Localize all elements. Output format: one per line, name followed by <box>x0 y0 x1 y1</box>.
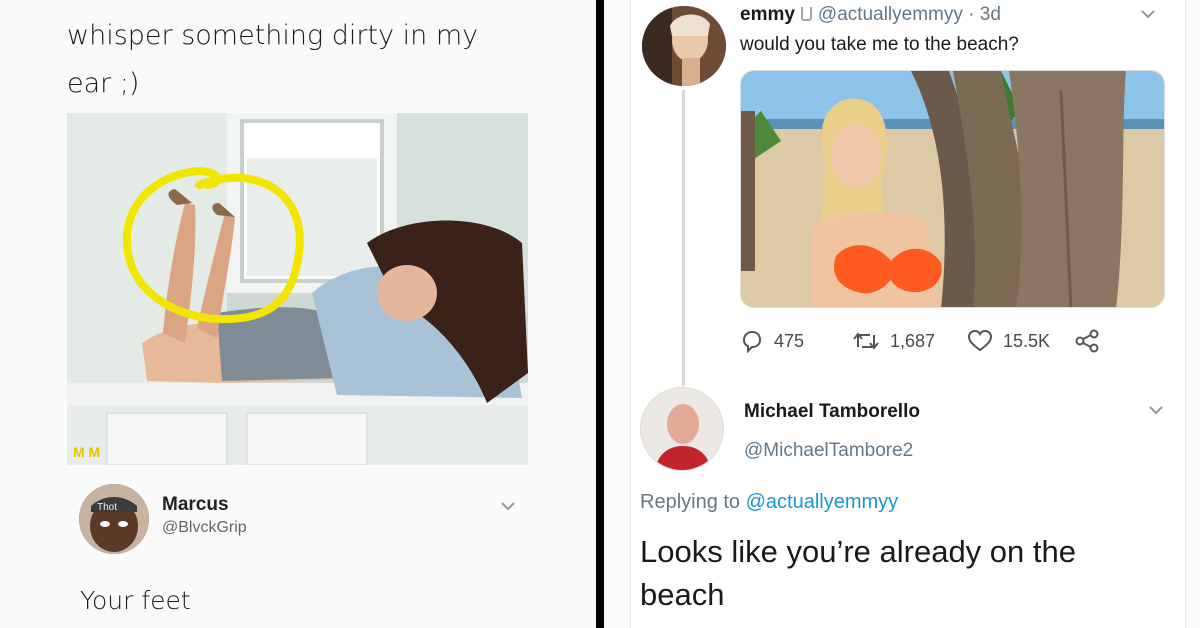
avatar[interactable] <box>640 387 724 471</box>
replying-prefix: Replying to <box>640 491 746 513</box>
like-action[interactable]: 15.5K <box>967 327 1050 355</box>
chevron-down-icon[interactable] <box>1148 404 1164 416</box>
cup-icon <box>800 7 812 21</box>
svg-text:M M: M M <box>73 444 100 460</box>
author-handle[interactable]: @MichaelTambore2 <box>744 440 913 462</box>
reply-action[interactable]: 475 <box>740 327 804 355</box>
mention-link[interactable]: @actuallyemmyy <box>746 491 899 513</box>
chevron-down-icon[interactable] <box>500 500 516 512</box>
author-handle[interactable]: @actuallyemmyy <box>818 4 963 25</box>
svg-text:Thot: Thot <box>97 502 117 513</box>
like-count: 15.5K <box>1003 330 1051 351</box>
share-action[interactable] <box>1074 327 1110 355</box>
tweet-header: emmy @actuallyemmyy · 3d <box>740 4 1001 26</box>
share-icon[interactable] <box>1074 329 1100 353</box>
tweet-actions: 475 1,687 15.5K <box>740 327 1160 355</box>
retweet-icon[interactable] <box>852 329 880 353</box>
chevron-down-icon[interactable] <box>1140 8 1156 20</box>
reply-text: Your feet <box>80 586 191 615</box>
tweet-photo[interactable] <box>740 70 1165 308</box>
retweet-action[interactable]: 1,687 <box>852 327 935 355</box>
comment-icon[interactable] <box>740 329 764 353</box>
tweet-time[interactable]: · 3d <box>968 4 1001 25</box>
divider <box>596 0 604 628</box>
left-post-panel: whisper something dirty in my ear ;) M M <box>0 0 596 628</box>
reply-text: Looks like you’re already on the beach <box>640 534 1076 612</box>
reply-count: 475 <box>774 330 805 351</box>
avatar[interactable] <box>642 6 726 86</box>
right-thread-panel: emmy @actuallyemmyy · 3d would you take m… <box>604 0 1200 628</box>
author-name[interactable]: Marcus <box>162 494 229 516</box>
heart-icon[interactable] <box>967 329 993 353</box>
reply-tweet-marcus[interactable]: Thot Marcus @BlvckGrip Your feet <box>67 478 537 628</box>
retweet-count: 1,687 <box>890 330 936 351</box>
replying-to: Replying to @actuallyemmyy <box>640 491 898 514</box>
post-text: whisper something dirty in my ear ;) <box>67 20 479 99</box>
post-photo: M M <box>67 113 528 465</box>
author-name[interactable]: Michael Tamborello <box>744 401 920 423</box>
tweet-text: would you take me to the beach? <box>740 34 1019 55</box>
thread-line <box>682 90 685 386</box>
author-name[interactable]: emmy <box>740 4 795 25</box>
avatar[interactable]: Thot <box>79 484 149 554</box>
author-handle[interactable]: @BlvckGrip <box>162 519 247 537</box>
